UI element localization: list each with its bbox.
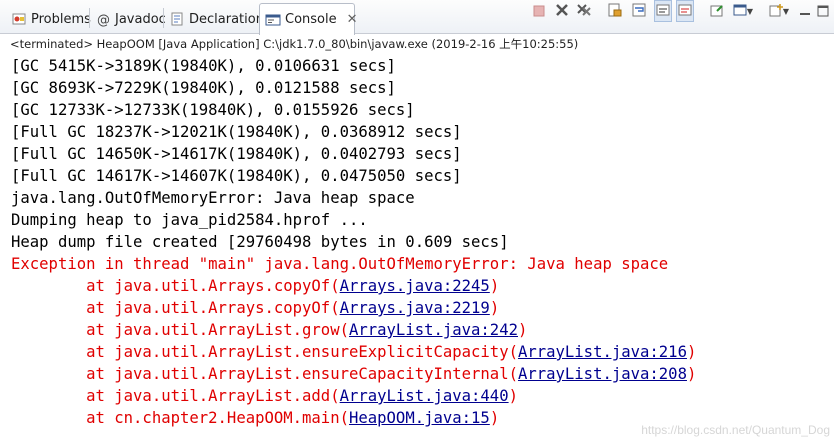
console-line: Heap dump file created [29760498 bytes i… bbox=[11, 233, 509, 251]
launch-status: <terminated> HeapOOM [Java Application] … bbox=[10, 37, 579, 51]
frame-text: at java.util.ArrayList.ensureExplicitCap… bbox=[11, 343, 518, 361]
display-console-icon bbox=[733, 2, 747, 21]
console-icon bbox=[265, 12, 281, 28]
pin-console-button[interactable] bbox=[708, 0, 726, 22]
new-console-button[interactable]: ▼ bbox=[764, 0, 794, 22]
frame-text: ) bbox=[489, 277, 500, 295]
stack-frame: at cn.chapter2.HeapOOM.main(HeapOOM.java… bbox=[11, 407, 499, 429]
view-tab-bar: Problems @ Javadoc Declaration Console ✕ bbox=[0, 0, 834, 35]
chevron-down-icon: ▼ bbox=[782, 6, 790, 16]
tab-label: Declaration bbox=[189, 11, 264, 27]
frame-text: at java.util.ArrayList.grow( bbox=[11, 321, 349, 339]
close-icon[interactable]: ✕ bbox=[347, 12, 358, 27]
scroll-lock-icon bbox=[608, 2, 622, 21]
javadoc-icon: @ bbox=[95, 11, 111, 28]
console-line: [GC 8693K->7229K(19840K), 0.0121588 secs… bbox=[11, 79, 396, 97]
frame-text: at java.util.ArrayList.add( bbox=[11, 387, 340, 405]
stack-frame: at java.util.ArrayList.ensureCapacityInt… bbox=[11, 363, 696, 385]
console-line: [GC 5415K->3189K(19840K), 0.0106631 secs… bbox=[11, 57, 396, 75]
remove-all-terminated-icon bbox=[576, 2, 592, 21]
source-link[interactable]: Arrays.java:2245 bbox=[340, 277, 490, 295]
frame-text: ) bbox=[508, 387, 518, 405]
source-link[interactable]: ArrayList.java:208 bbox=[518, 365, 687, 383]
show-stderr-icon bbox=[678, 2, 692, 21]
word-wrap-icon bbox=[632, 2, 646, 21]
display-console-button[interactable]: ▼ bbox=[728, 0, 758, 22]
show-stderr-button[interactable] bbox=[676, 0, 694, 22]
maximize-icon bbox=[817, 2, 829, 21]
console-line: [Full GC 14650K->14617K(19840K), 0.04027… bbox=[11, 145, 462, 163]
minimize-icon bbox=[799, 2, 811, 21]
frame-text: at cn.chapter2.HeapOOM.main( bbox=[11, 409, 349, 427]
stack-frame: at java.util.Arrays.copyOf(Arrays.java:2… bbox=[11, 297, 499, 319]
source-link[interactable]: HeapOOM.java:15 bbox=[349, 409, 490, 427]
terminate-button[interactable] bbox=[530, 0, 548, 22]
declaration-icon bbox=[169, 11, 185, 27]
console-line: [Full GC 18237K->12021K(19840K), 0.03689… bbox=[11, 123, 462, 141]
remove-launch-button[interactable] bbox=[553, 0, 571, 22]
frame-text: at java.util.Arrays.copyOf( bbox=[11, 277, 340, 295]
source-link[interactable]: ArrayList.java:216 bbox=[518, 343, 687, 361]
console-line: java.lang.OutOfMemoryError: Java heap sp… bbox=[11, 189, 415, 207]
frame-text: ) bbox=[489, 299, 500, 317]
console-line: Dumping heap to java_pid2584.hprof ... bbox=[11, 211, 368, 229]
console-line: [GC 12733K->12733K(19840K), 0.0155926 se… bbox=[11, 101, 415, 119]
tab-javadoc[interactable]: @ Javadoc bbox=[90, 4, 166, 34]
frame-text: ) bbox=[517, 321, 528, 339]
word-wrap-button[interactable] bbox=[630, 0, 648, 22]
stack-frame: at java.util.Arrays.copyOf(Arrays.java:2… bbox=[11, 275, 499, 297]
tab-console[interactable]: Console ✕ bbox=[259, 3, 358, 35]
tab-problems[interactable]: Problems bbox=[6, 4, 91, 34]
watermark: https://blog.csdn.net/Quantum_Dog bbox=[641, 423, 830, 437]
frame-text: at java.util.Arrays.copyOf( bbox=[11, 299, 340, 317]
tab-label: Console bbox=[285, 12, 337, 27]
frame-text: ) bbox=[686, 343, 697, 361]
stack-frame: at java.util.ArrayList.ensureExplicitCap… bbox=[11, 341, 696, 363]
minimize-button[interactable] bbox=[796, 0, 814, 22]
show-stdout-button[interactable] bbox=[654, 0, 672, 22]
terminate-icon bbox=[533, 2, 545, 21]
pin-console-icon bbox=[710, 2, 724, 21]
stack-frame: at java.util.ArrayList.add(ArrayList.jav… bbox=[11, 385, 518, 407]
console-output[interactable]: [GC 5415K->3189K(19840K), 0.0106631 secs… bbox=[0, 55, 834, 445]
tab-label: Javadoc bbox=[115, 11, 166, 27]
remove-launch-icon bbox=[555, 2, 569, 21]
new-console-icon bbox=[769, 2, 783, 21]
source-link[interactable]: Arrays.java:2219 bbox=[340, 299, 490, 317]
show-stdout-icon bbox=[656, 2, 670, 21]
svg-text:@: @ bbox=[97, 13, 110, 27]
console-line: [Full GC 14617K->14607K(19840K), 0.04750… bbox=[11, 167, 462, 185]
source-link[interactable]: ArrayList.java:242 bbox=[349, 321, 518, 339]
maximize-button[interactable] bbox=[814, 0, 832, 22]
remove-all-terminated-button[interactable] bbox=[575, 0, 593, 22]
scroll-lock-button[interactable] bbox=[606, 0, 624, 22]
frame-text: ) bbox=[489, 409, 500, 427]
frame-text: at java.util.ArrayList.ensureCapacityInt… bbox=[11, 365, 518, 383]
stack-frame: at java.util.ArrayList.grow(ArrayList.ja… bbox=[11, 319, 527, 341]
problems-icon bbox=[11, 11, 27, 27]
chevron-down-icon: ▼ bbox=[746, 6, 754, 16]
tab-declaration[interactable]: Declaration bbox=[164, 4, 264, 34]
exception-line: Exception in thread "main" java.lang.Out… bbox=[11, 255, 669, 273]
source-link[interactable]: ArrayList.java:440 bbox=[340, 387, 509, 405]
frame-text: ) bbox=[686, 365, 697, 383]
tab-label: Problems bbox=[31, 11, 91, 27]
